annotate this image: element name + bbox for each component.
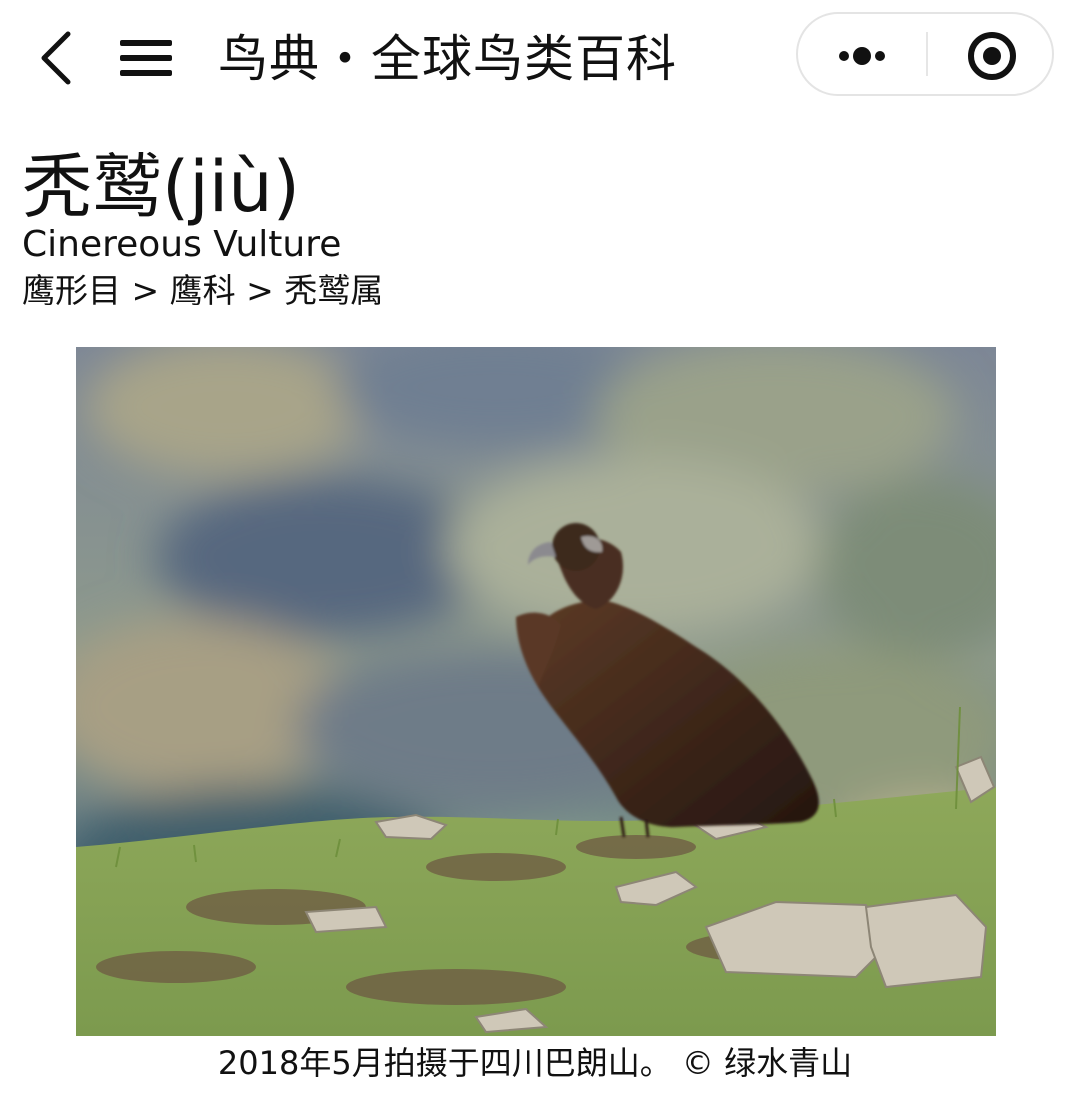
more-button[interactable] <box>798 14 926 94</box>
top-navigation-bar: 鸟典・全球鸟类百科 <box>0 0 1080 120</box>
close-button[interactable] <box>930 14 1054 94</box>
species-photo[interactable] <box>76 347 996 1036</box>
menu-button[interactable] <box>116 36 176 80</box>
chevron-left-icon <box>41 31 71 85</box>
target-circle-icon <box>968 32 1016 80</box>
photo-caption: 2018年5月拍摄于四川巴朗山。 © 绿水青山 <box>217 1044 853 1082</box>
hamburger-menu-icon <box>120 40 172 76</box>
species-english-name: Cinereous Vulture <box>22 224 342 265</box>
species-chinese-name: 秃鹫(jiù) <box>22 146 300 228</box>
vulture-photo-image <box>76 347 996 1036</box>
back-button[interactable] <box>34 28 82 88</box>
taxonomy-breadcrumb: 鹰形目 > 鹰科 > 秃鹫属 <box>22 271 384 310</box>
mini-program-capsule <box>796 12 1054 96</box>
capsule-divider <box>926 32 928 76</box>
more-dots-icon <box>839 47 885 65</box>
app-title: 鸟典・全球鸟类百科 <box>218 30 677 88</box>
